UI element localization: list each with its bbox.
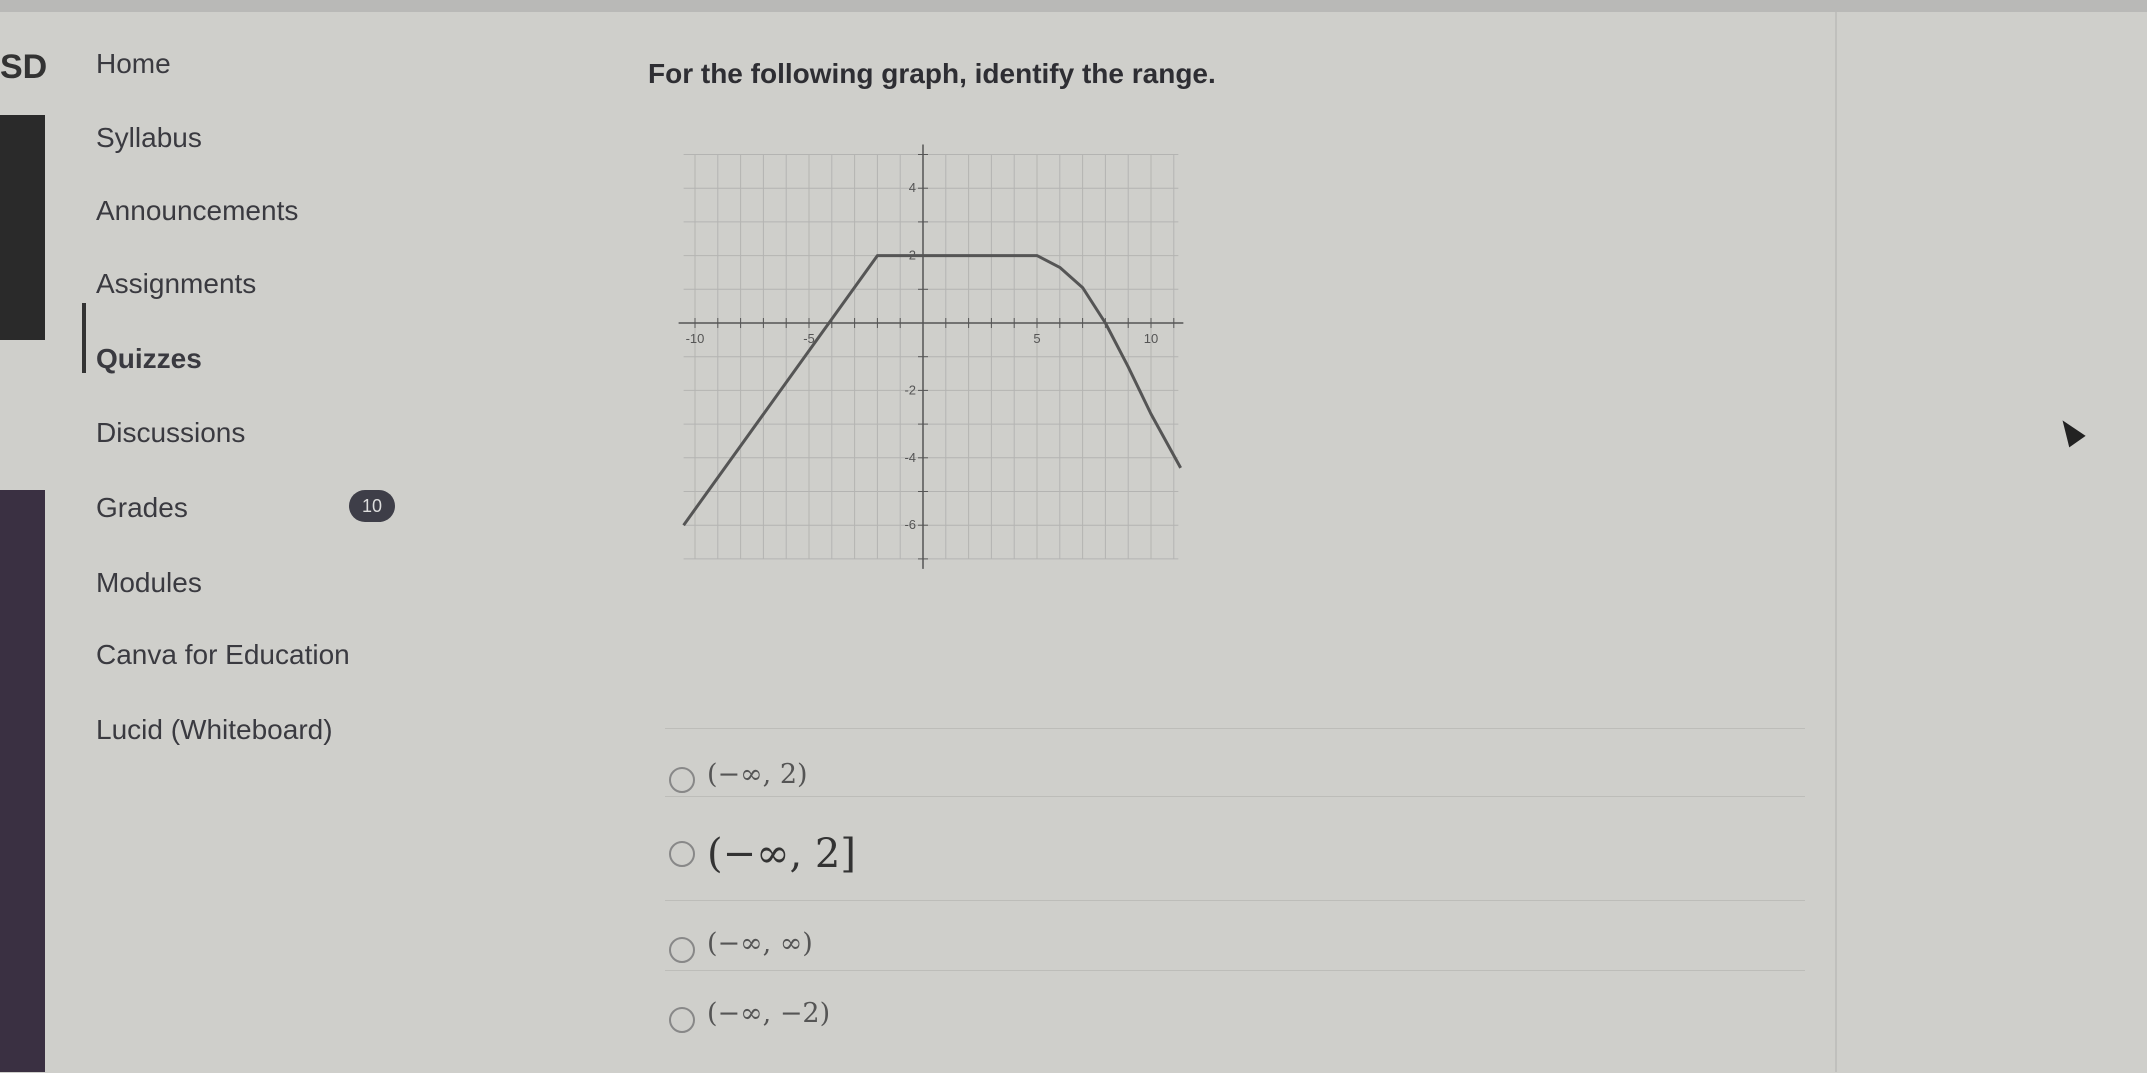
nav-syllabus[interactable]: Syllabus — [96, 122, 202, 154]
nav-home[interactable]: Home — [96, 48, 171, 80]
option-label: (−∞, 2] — [707, 831, 856, 877]
graph: -10 -5 5 1042-2-4-6 — [678, 144, 1184, 569]
x-tick-label: 5 — [1033, 331, 1040, 346]
answer-option[interactable]: (−∞, ∞) — [665, 900, 1805, 971]
radio-button[interactable] — [669, 937, 695, 963]
radio-button[interactable] — [669, 1007, 695, 1033]
browser-top-edge — [0, 0, 2147, 12]
answer-option[interactable]: (−∞, 2) — [665, 728, 1805, 797]
active-indicator — [82, 303, 86, 373]
nav-discussions[interactable]: Discussions — [96, 417, 245, 449]
question-text: For the following graph, identify the ra… — [648, 58, 1216, 89]
x-tick-label: -10 — [686, 331, 705, 346]
mouse-cursor-icon — [2054, 414, 2086, 448]
radio-button[interactable] — [669, 767, 695, 793]
grades-badge: 10 — [349, 490, 395, 522]
y-tick-label: -6 — [904, 517, 916, 532]
nav-announcements[interactable]: Announcements — [96, 195, 298, 227]
y-tick-label: -2 — [904, 382, 916, 397]
y-tick-label: 4 — [909, 180, 916, 195]
nav-assignments[interactable]: Assignments — [96, 268, 256, 300]
logo: SD — [0, 48, 48, 86]
nav-lucid[interactable]: Lucid (Whiteboard) — [96, 714, 333, 746]
option-label: (−∞, −2) — [707, 998, 831, 1029]
global-nav-strip — [0, 115, 45, 340]
radio-button[interactable] — [669, 841, 695, 867]
nav-canva[interactable]: Canva for Education — [96, 639, 350, 671]
nav-grades[interactable]: Grades — [96, 492, 188, 524]
answer-option[interactable]: (−∞, 2] — [665, 796, 1805, 901]
answer-option[interactable]: (−∞, −2) — [665, 970, 1805, 1073]
global-nav-strip-lower — [0, 490, 45, 1072]
option-label: (−∞, ∞) — [707, 928, 813, 959]
nav-quizzes[interactable]: Quizzes — [96, 343, 202, 375]
y-tick-label: -4 — [904, 450, 916, 465]
option-label: (−∞, 2) — [707, 759, 808, 790]
x-tick-label: 10 — [1144, 331, 1158, 346]
nav-modules[interactable]: Modules — [96, 567, 202, 599]
